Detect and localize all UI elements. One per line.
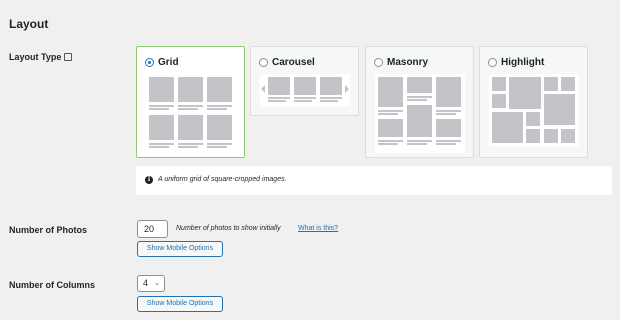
highlight-label: Highlight [501, 57, 545, 68]
grid-label: Grid [158, 57, 179, 68]
layout-option-highlight[interactable]: Highlight [479, 46, 588, 158]
masonry-radio[interactable] [374, 58, 383, 67]
number-of-columns-label: Number of Columns [9, 280, 96, 290]
layout-description: A uniform grid of square-cropped images. [158, 176, 287, 183]
grid-radio[interactable] [145, 58, 154, 67]
carousel-radio[interactable] [259, 58, 268, 67]
columns-show-mobile-options-button[interactable]: Show Mobile Options [137, 296, 223, 312]
highlight-preview [489, 74, 579, 146]
layout-option-grid[interactable]: Grid [136, 46, 245, 158]
number-of-photos-label: Number of Photos [9, 225, 87, 235]
layout-type-label: Layout Type [9, 52, 73, 62]
layout-option-carousel[interactable]: Carousel [250, 46, 359, 116]
chevron-down-icon: ⌄ [154, 280, 160, 287]
number-of-photos-hint: Number of photos to show initially [176, 225, 281, 232]
layout-description-box: i A uniform grid of square-cropped image… [136, 166, 612, 195]
carousel-label: Carousel [272, 57, 315, 68]
info-icon: i [145, 176, 153, 184]
layout-option-masonry[interactable]: Masonry [365, 46, 474, 158]
what-is-this-link[interactable]: What is this? [298, 225, 338, 232]
number-of-columns-select[interactable]: 4 ⌄ [137, 275, 165, 292]
photos-show-mobile-options-button[interactable]: Show Mobile Options [137, 241, 223, 257]
help-icon[interactable] [64, 53, 73, 61]
highlight-radio[interactable] [488, 58, 497, 67]
number-of-columns-value: 4 [143, 278, 149, 288]
carousel-left-arrow-icon [261, 85, 265, 93]
carousel-preview [260, 74, 350, 106]
grid-preview [146, 74, 236, 153]
number-of-photos-input[interactable]: 20 [137, 220, 168, 238]
section-title: Layout [9, 17, 49, 31]
carousel-right-arrow-icon [345, 85, 349, 93]
layout-type-label-text: Layout Type [9, 52, 62, 62]
masonry-label: Masonry [387, 57, 429, 68]
masonry-preview [375, 74, 465, 153]
